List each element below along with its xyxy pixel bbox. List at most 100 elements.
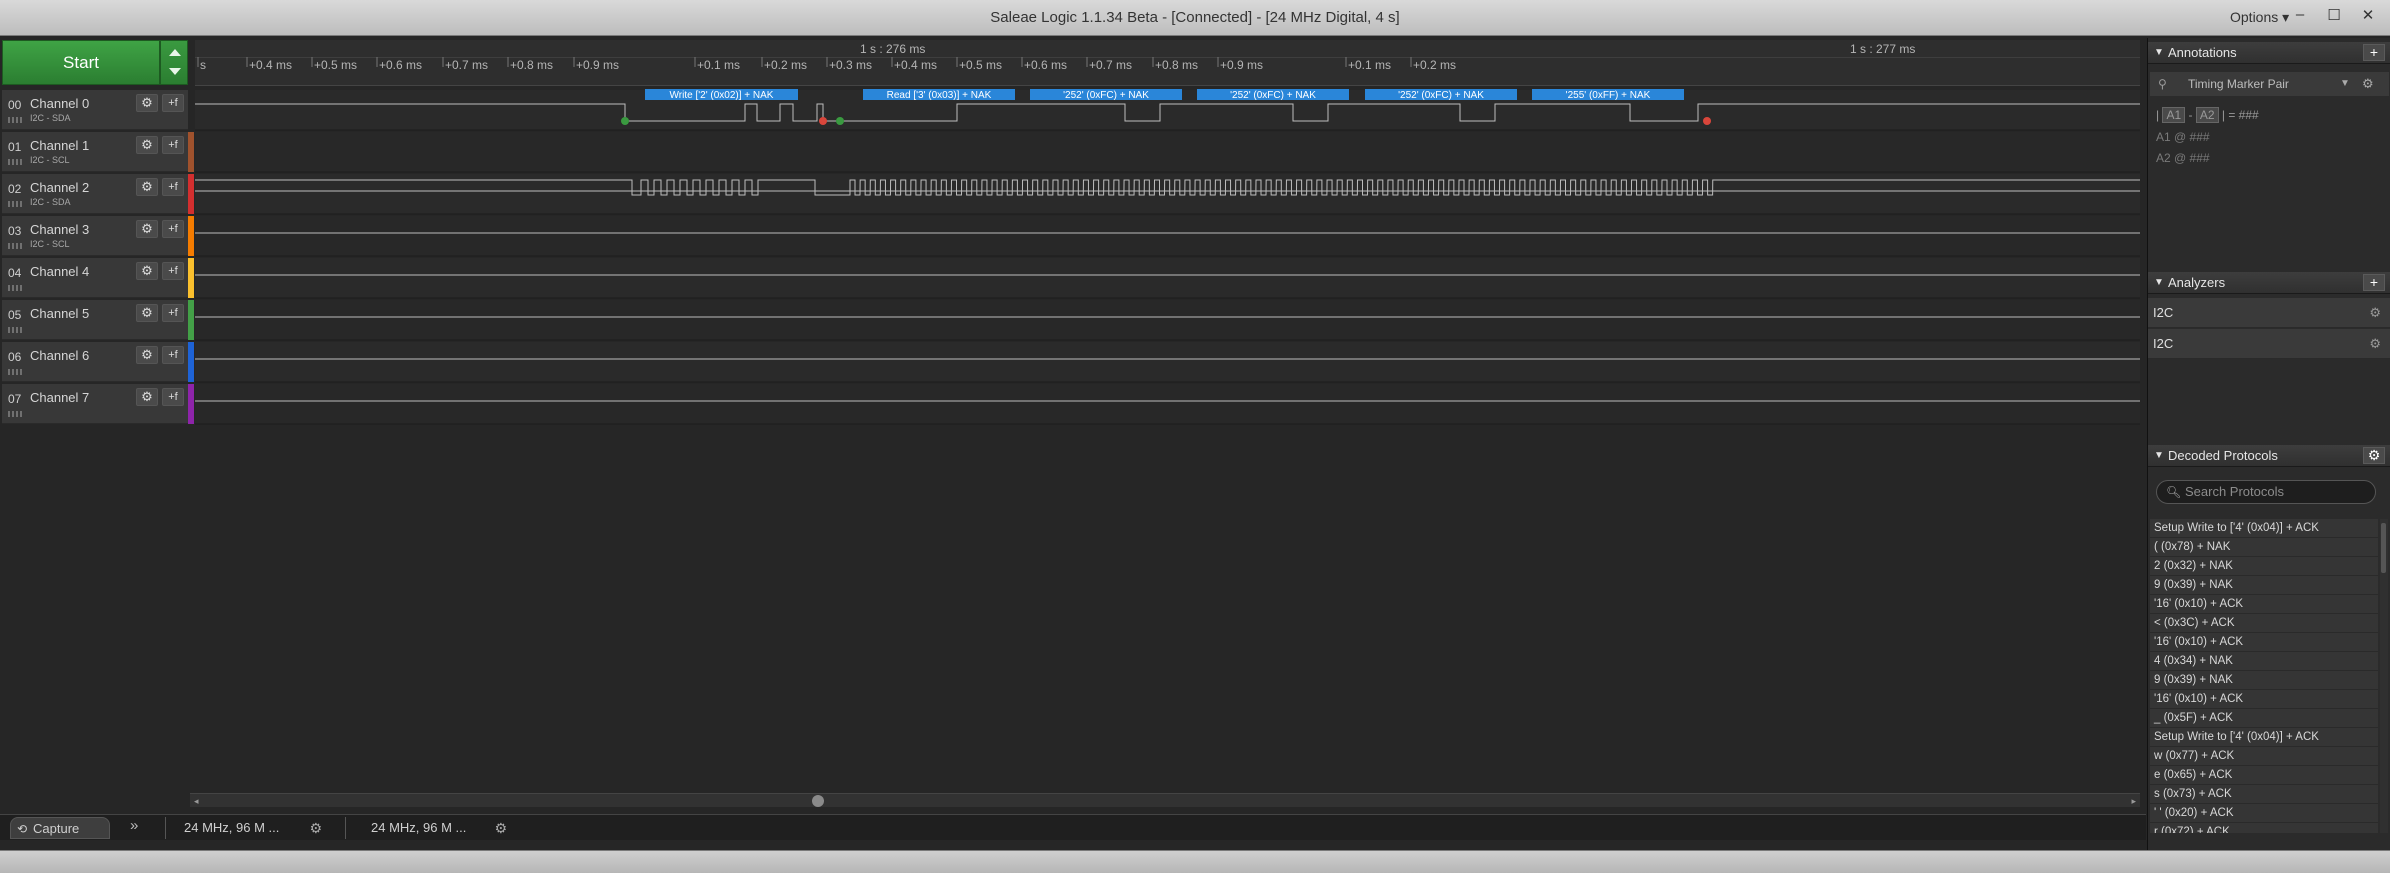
drag-handle-icon[interactable]: [8, 201, 22, 207]
trigger-button[interactable]: +f: [162, 304, 184, 322]
drag-handle-icon[interactable]: [8, 159, 22, 165]
channel-name[interactable]: Channel 5: [30, 306, 89, 321]
list-item[interactable]: w (0x77) + ACK: [2150, 747, 2378, 766]
trigger-button[interactable]: +f: [162, 262, 184, 280]
search-input[interactable]: 🔍︎ Search Protocols: [2156, 480, 2376, 504]
gear-icon[interactable]: ⚙: [2363, 447, 2385, 464]
channel-name[interactable]: Channel 0: [30, 96, 89, 111]
gear-icon[interactable]: ⚙: [2369, 298, 2381, 328]
time-ruler[interactable]: 1 s : 276 ms 1 s : 277 ms s +0.4 ms +0.5 m…: [195, 40, 2140, 86]
chevron-down-icon[interactable]: ▼: [2340, 72, 2350, 96]
gear-icon[interactable]: ⚙: [2362, 72, 2374, 96]
trigger-button[interactable]: +f: [162, 388, 184, 406]
gear-icon[interactable]: ⚙: [136, 220, 158, 238]
list-item[interactable]: s (0x73) + ACK: [2150, 785, 2378, 804]
start-button[interactable]: Start: [2, 40, 160, 85]
analyzer-item[interactable]: I2C ⚙: [2148, 298, 2390, 328]
list-item[interactable]: r (0x72) + ACK: [2150, 823, 2378, 833]
trigger-button[interactable]: +f: [162, 136, 184, 154]
more-tabs-button[interactable]: »: [130, 817, 138, 834]
list-item[interactable]: 9 (0x39) + NAK: [2150, 671, 2378, 690]
gear-icon[interactable]: ⚙: [136, 94, 158, 112]
channel-row[interactable]: 00 Channel 0 I2C - SDA ⚙ +f: [2, 90, 188, 130]
collapse-icon[interactable]: ▼: [2154, 42, 2164, 64]
channel-name[interactable]: Channel 1: [30, 138, 89, 153]
horizontal-scrollbar[interactable]: ◂ ▸: [190, 793, 2140, 807]
list-item[interactable]: '16' (0x10) + ACK: [2150, 633, 2378, 652]
gear-icon[interactable]: ⚙: [136, 136, 158, 154]
a2-chip[interactable]: A2: [2195, 107, 2219, 123]
list-item[interactable]: 9 (0x39) + NAK: [2150, 576, 2378, 595]
tab-capture[interactable]: ⟲ Capture: [10, 817, 110, 839]
annotations-header[interactable]: ▼ Annotations +: [2148, 42, 2390, 64]
tab-session-1[interactable]: 24 MHz, 96 M ... ⚙: [165, 817, 330, 839]
drag-handle-icon[interactable]: [8, 369, 22, 375]
trigger-button[interactable]: +f: [162, 178, 184, 196]
list-item[interactable]: Setup Write to ['4' (0x04)] + ACK: [2150, 728, 2378, 747]
list-item[interactable]: _ (0x5F) + ACK: [2150, 709, 2378, 728]
channel-name[interactable]: Channel 2: [30, 180, 89, 195]
trigger-button[interactable]: +f: [162, 94, 184, 112]
gear-icon[interactable]: ⚙: [309, 817, 322, 839]
channel-row[interactable]: 04 Channel 4 ⚙ +f: [2, 258, 188, 298]
collapse-icon[interactable]: ▼: [2154, 445, 2164, 467]
gear-icon[interactable]: ⚙: [494, 817, 507, 839]
list-item[interactable]: e (0x65) + ACK: [2150, 766, 2378, 785]
tab-session-2[interactable]: 24 MHz, 96 M ... ⚙: [345, 817, 515, 839]
drag-handle-icon[interactable]: [8, 411, 22, 417]
drag-handle-icon[interactable]: [8, 327, 22, 333]
scroll-left-icon[interactable]: ◂: [194, 796, 199, 807]
drag-handle-icon[interactable]: [8, 243, 22, 249]
scroll-thumb[interactable]: [812, 795, 824, 807]
minimize-button[interactable]: ‒: [2287, 6, 2313, 28]
channel-row[interactable]: 01 Channel 1 I2C - SCL ⚙ +f: [2, 132, 188, 172]
waveform-area[interactable]: Write ['2' (0x02)] + NAK Read ['3' (0x03)…: [195, 87, 2140, 459]
channel-name[interactable]: Channel 7: [30, 390, 89, 405]
trigger-button[interactable]: +f: [162, 220, 184, 238]
channel-name[interactable]: Channel 6: [30, 348, 89, 363]
gear-icon[interactable]: ⚙: [136, 346, 158, 364]
drag-handle-icon[interactable]: [8, 285, 22, 291]
gear-icon[interactable]: ⚙: [136, 388, 158, 406]
decoded-list[interactable]: Setup Write to ['4' (0x04)] + ACK( (0x78…: [2150, 519, 2378, 833]
channel-color-bar: [188, 384, 194, 424]
add-annotation-button[interactable]: +: [2363, 44, 2385, 61]
list-item[interactable]: 4 (0x34) + NAK: [2150, 652, 2378, 671]
collapse-icon[interactable]: ▼: [2154, 272, 2164, 294]
gear-icon[interactable]: ⚙: [136, 178, 158, 196]
maximize-button[interactable]: ☐: [2321, 6, 2347, 28]
timing-marker-pair[interactable]: ⚲ Timing Marker Pair ▼ ⚙: [2150, 72, 2389, 96]
list-item[interactable]: ( (0x78) + NAK: [2150, 538, 2378, 557]
scroll-right-icon[interactable]: ▸: [2131, 796, 2136, 807]
list-item[interactable]: Setup Write to ['4' (0x04)] + ACK: [2150, 519, 2378, 538]
gear-icon[interactable]: ⚙: [136, 262, 158, 280]
close-button[interactable]: ✕: [2355, 6, 2381, 28]
channel-row[interactable]: 07 Channel 7 ⚙ +f: [2, 384, 188, 424]
gear-icon[interactable]: ⚙: [136, 304, 158, 322]
analyzer-item[interactable]: I2C ⚙: [2148, 329, 2390, 359]
list-item[interactable]: '16' (0x10) + ACK: [2150, 595, 2378, 614]
decoded-scrollbar[interactable]: [2380, 519, 2388, 833]
channel-row[interactable]: 05 Channel 5 ⚙ +f: [2, 300, 188, 340]
list-item[interactable]: '16' (0x10) + ACK: [2150, 690, 2378, 709]
channel-row[interactable]: 02 Channel 2 I2C - SDA ⚙ +f: [2, 174, 188, 214]
channel-row[interactable]: 06 Channel 6 ⚙ +f: [2, 342, 188, 382]
list-item[interactable]: < (0x3C) + ACK: [2150, 614, 2378, 633]
drag-handle-icon[interactable]: [8, 117, 22, 123]
scroll-thumb[interactable]: [2381, 523, 2386, 573]
ruler-tick-label: +0.5 ms: [959, 58, 1002, 72]
a1-chip[interactable]: A1: [2162, 107, 2186, 123]
channel-name[interactable]: Channel 3: [30, 222, 89, 237]
gear-icon[interactable]: ⚙: [2369, 329, 2381, 359]
decoded-protocols-header[interactable]: ▼ Decoded Protocols ⚙: [2148, 445, 2390, 467]
channel-row[interactable]: 03 Channel 3 I2C - SCL ⚙ +f: [2, 216, 188, 256]
waveform-row: [195, 300, 2140, 340]
trigger-button[interactable]: +f: [162, 346, 184, 364]
options-menu[interactable]: Options ▾: [2230, 9, 2289, 26]
add-analyzer-button[interactable]: +: [2363, 274, 2385, 291]
analyzers-header[interactable]: ▼ Analyzers +: [2148, 272, 2390, 294]
list-item[interactable]: 2 (0x32) + NAK: [2150, 557, 2378, 576]
list-item[interactable]: ' ' (0x20) + ACK: [2150, 804, 2378, 823]
channel-name[interactable]: Channel 4: [30, 264, 89, 279]
start-options-button[interactable]: [160, 40, 188, 85]
